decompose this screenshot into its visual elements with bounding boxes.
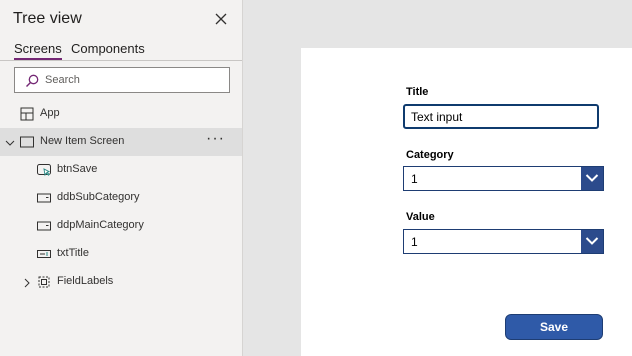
- chevron-down-icon[interactable]: [581, 167, 603, 190]
- save-button[interactable]: Save: [505, 314, 603, 340]
- app-icon: [19, 106, 35, 122]
- tree-item-label: ddbSubCategory: [57, 191, 140, 203]
- panel-title: Tree view: [13, 10, 82, 27]
- tab-divider: [0, 60, 242, 61]
- search-input[interactable]: [45, 68, 225, 92]
- chevron-down-icon[interactable]: [4, 136, 16, 148]
- tree-view-panel: Tree view Screens Components App New Ite…: [0, 0, 243, 356]
- tree-item-label: New Item Screen: [40, 135, 125, 147]
- screen-icon: [19, 134, 35, 150]
- tree-item-btnsave[interactable]: btnSave: [0, 156, 242, 184]
- tree-item-label: FieldLabels: [57, 275, 114, 287]
- category-label: Category: [406, 149, 454, 161]
- close-icon[interactable]: [213, 11, 229, 27]
- group-icon: [36, 274, 52, 290]
- title-text-input[interactable]: [403, 104, 599, 129]
- value-dropdown-value: 1: [411, 235, 418, 249]
- tree-item-new-item-screen[interactable]: New Item Screen ···: [0, 128, 242, 156]
- value-dropdown[interactable]: 1: [403, 229, 604, 254]
- tree-item-label: ddpMainCategory: [57, 219, 144, 231]
- tree-item-txttitle[interactable]: txtTitle: [0, 240, 242, 268]
- app-canvas: Title Category 1 Value 1 Save: [301, 48, 632, 356]
- tab-screens[interactable]: Screens: [14, 41, 62, 60]
- tab-bar: Screens Components: [0, 41, 242, 61]
- button-control-icon: [36, 162, 52, 178]
- chevron-right-icon[interactable]: [21, 276, 33, 288]
- tree-item-app[interactable]: App: [0, 100, 242, 128]
- dropdown-control-icon: [36, 218, 52, 234]
- more-options-icon[interactable]: ···: [206, 130, 225, 148]
- tree-item-label: btnSave: [57, 163, 98, 175]
- title-label: Title: [406, 86, 429, 98]
- tree-item-label: txtTitle: [57, 247, 89, 259]
- category-dropdown-value: 1: [411, 172, 418, 186]
- tab-components[interactable]: Components: [71, 41, 145, 56]
- tree-item-label: App: [40, 107, 60, 119]
- tree-item-ddbsubcategory[interactable]: ddbSubCategory: [0, 184, 242, 212]
- tree-item-ddpmaincategory[interactable]: ddpMainCategory: [0, 212, 242, 240]
- text-input-control-icon: [36, 246, 52, 262]
- chevron-down-icon[interactable]: [581, 230, 603, 253]
- tree-item-fieldlabels[interactable]: FieldLabels: [0, 268, 242, 296]
- search-icon: [24, 73, 40, 89]
- value-label: Value: [406, 211, 435, 223]
- search-box: [14, 67, 230, 93]
- category-dropdown[interactable]: 1: [403, 166, 604, 191]
- dropdown-control-icon: [36, 190, 52, 206]
